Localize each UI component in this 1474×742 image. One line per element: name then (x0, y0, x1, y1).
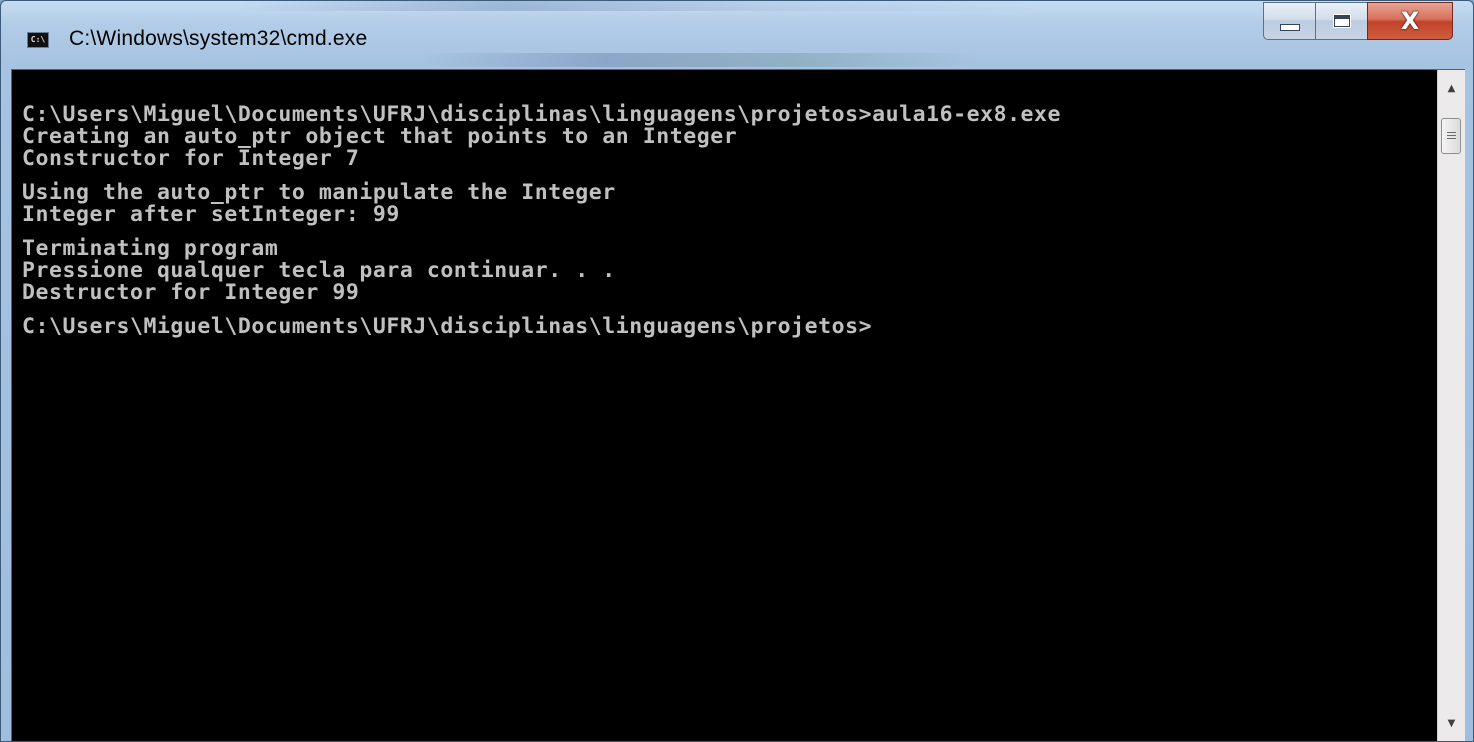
console-line: Destructor for Integer 99 (22, 280, 360, 305)
cmd-window: C:\ C:\Windows\system32\cmd.exe X C:\Use… (0, 0, 1474, 742)
console-line: C:\Users\Miguel\Documents\UFRJ\disciplin… (22, 102, 1062, 127)
background-blur (241, 1, 1041, 11)
window-title: C:\Windows\system32\cmd.exe (69, 27, 368, 50)
console-client-area: C:\Users\Miguel\Documents\UFRJ\disciplin… (11, 69, 1465, 741)
maximize-button[interactable] (1315, 2, 1367, 40)
scroll-down-arrow-icon[interactable]: ▼ (1438, 709, 1465, 737)
console-prompt: C:\Users\Miguel\Documents\UFRJ\disciplin… (22, 314, 873, 339)
maximize-icon (1332, 14, 1351, 28)
console-output[interactable]: C:\Users\Miguel\Documents\UFRJ\disciplin… (12, 70, 1438, 741)
scroll-up-arrow-icon[interactable]: ▲ (1438, 74, 1465, 102)
close-icon: X (1400, 7, 1420, 35)
caption-buttons: X (1263, 2, 1453, 42)
console-line: Terminating program (22, 236, 279, 261)
console-line: Constructor for Integer 7 (22, 146, 360, 171)
console-line: Using the auto_ptr to manipulate the Int… (22, 180, 616, 205)
title-bar[interactable]: C:\ C:\Windows\system32\cmd.exe X (1, 1, 1473, 69)
grip-icon (1446, 131, 1456, 141)
console-line: Creating an auto_ptr object that points … (22, 124, 738, 149)
vertical-scrollbar[interactable]: ▲ ▼ (1437, 70, 1465, 741)
console-line: Pressione qualquer tecla para continuar.… (22, 258, 616, 283)
minimize-icon (1279, 23, 1300, 31)
cmd-icon[interactable]: C:\ (27, 32, 49, 48)
console-line: Integer after setInteger: 99 (22, 202, 400, 227)
minimize-button[interactable] (1263, 2, 1315, 40)
scrollbar-thumb[interactable] (1441, 118, 1461, 154)
background-blur (421, 53, 981, 67)
close-button[interactable]: X (1367, 2, 1453, 40)
